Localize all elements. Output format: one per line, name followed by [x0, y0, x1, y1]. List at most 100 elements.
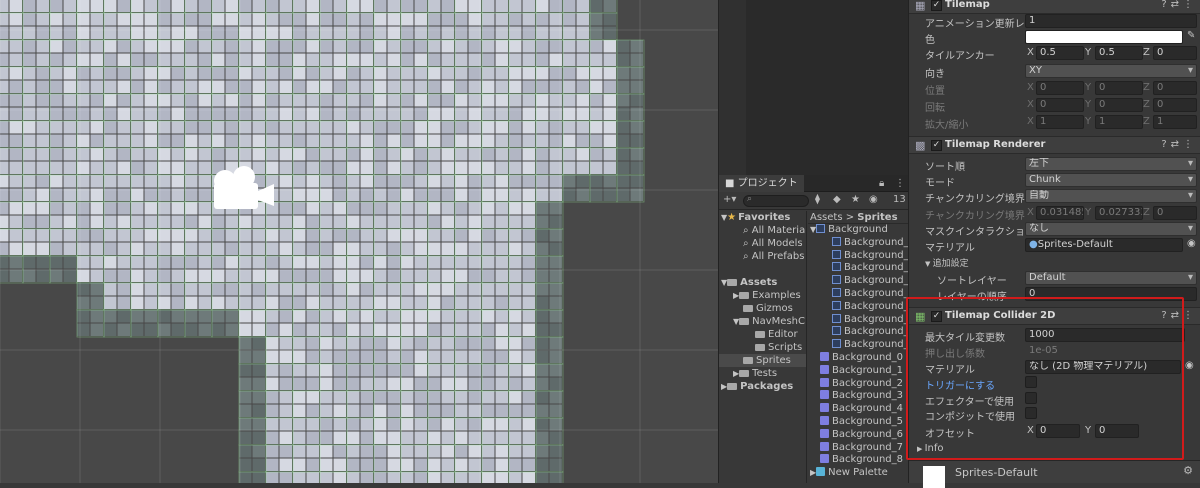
tile-cell — [131, 134, 144, 147]
chunk-culling-dropdown[interactable]: 自動 — [1025, 189, 1197, 203]
tree-favorites[interactable]: ▼★ Favorites — [719, 211, 806, 224]
tile-cell — [239, 350, 252, 363]
scale-z-field[interactable]: 1 — [1153, 115, 1197, 129]
eyedropper-icon[interactable]: ✎ — [1187, 30, 1195, 41]
component-menu-icons[interactable]: ?⇄⋮ — [1161, 139, 1197, 150]
gear-icon[interactable]: ⚙ — [1183, 464, 1193, 477]
tilemap-canvas[interactable] — [0, 0, 718, 483]
enable-checkbox[interactable]: ✓ — [931, 140, 942, 151]
file-item[interactable]: Background_0 — [808, 236, 909, 250]
tree-folder[interactable]: ▶ Tests — [719, 367, 806, 380]
file-item[interactable]: Background_3 — [808, 390, 909, 403]
mode-dropdown[interactable]: Chunk — [1025, 173, 1197, 187]
rotation-x-field[interactable]: 0 — [1036, 98, 1084, 112]
tree-folder[interactable]: ▼ NavMeshC — [719, 315, 806, 328]
sprite-icon — [832, 275, 841, 285]
tree-folder[interactable]: Scripts — [719, 341, 806, 354]
enable-checkbox[interactable]: ✓ — [931, 0, 942, 11]
anchor-x-field[interactable]: 0.5 — [1036, 46, 1084, 60]
file-item[interactable]: Background_8 — [808, 339, 909, 352]
file-item[interactable]: Background_4 — [808, 287, 909, 301]
file-item[interactable]: Background_2 — [808, 262, 909, 275]
tile-cell — [414, 242, 427, 255]
file-item[interactable]: Background_6 — [808, 313, 909, 327]
tree-assets[interactable]: ▼ Assets — [719, 276, 806, 289]
file-item[interactable]: Background_5 — [808, 415, 909, 429]
orientation-dropdown[interactable]: XY — [1025, 64, 1197, 78]
rotation-z-field[interactable]: 0 — [1153, 98, 1197, 112]
file-item[interactable]: Background_5 — [808, 300, 909, 314]
tile-cell — [320, 80, 333, 93]
search-input[interactable]: ⌕ — [743, 194, 809, 207]
file-item[interactable]: ▶ New Palette — [808, 467, 909, 480]
file-item[interactable]: Background_7 — [808, 441, 909, 455]
filter-label-icon[interactable]: ◆ — [833, 194, 841, 205]
tree-folder-selected[interactable]: Sprites — [719, 354, 806, 367]
tree-fav-item[interactable]: ⌕ All Models — [719, 237, 806, 250]
tilemap-renderer-header[interactable]: ▩ ✓ Tilemap Renderer ?⇄⋮ — [909, 136, 1200, 154]
file-item[interactable]: Background_1 — [808, 364, 909, 378]
tile-cell — [360, 445, 373, 458]
scale-x-field[interactable]: 1 — [1036, 115, 1084, 129]
scale-y-field[interactable]: 1 — [1095, 115, 1143, 129]
tile-cell — [90, 215, 103, 228]
culling-y-field[interactable]: 0.027333 — [1095, 206, 1143, 220]
tile-cell — [306, 215, 319, 228]
file-item[interactable]: Background_1 — [808, 249, 909, 263]
tab-project[interactable]: ■ プロジェクト — [719, 175, 804, 192]
anim-speed-field[interactable]: 1 — [1025, 14, 1197, 28]
file-item[interactable]: Background_8 — [808, 454, 909, 467]
hidden-packages-icon[interactable]: ◉ — [869, 194, 878, 205]
mask-interaction-dropdown[interactable]: なし — [1025, 222, 1197, 236]
file-item[interactable]: Background_2 — [808, 377, 909, 391]
file-item[interactable]: Background_6 — [808, 428, 909, 442]
tile-cell — [401, 458, 414, 471]
culling-z-field[interactable]: 0 — [1153, 206, 1197, 220]
tile-cell — [603, 107, 616, 120]
tree-folder[interactable]: Editor — [719, 328, 806, 341]
tile-cell — [252, 0, 265, 12]
position-y-field[interactable]: 0 — [1095, 81, 1143, 95]
tile-cell — [63, 229, 76, 242]
tile-cell — [252, 377, 265, 390]
filter-type-icon[interactable]: ⧫ — [815, 194, 820, 205]
file-item[interactable]: Background_3 — [808, 275, 909, 288]
object-picker-icon[interactable]: ◉ — [1185, 360, 1194, 371]
tree-fav-item[interactable]: ⌕ All Prefabs — [719, 250, 806, 263]
tilemap-component-header[interactable]: ▦ ✓ Tilemap ?⇄⋮ — [909, 0, 1200, 14]
tile-cell — [171, 242, 184, 255]
object-picker-icon[interactable]: ◉ — [1187, 238, 1196, 249]
file-item[interactable]: Background_7 — [808, 326, 909, 339]
tile-cell — [50, 121, 63, 134]
scene-view[interactable] — [0, 0, 718, 483]
tree-fav-item[interactable]: ⌕ All Materia — [719, 224, 806, 237]
culling-x-field[interactable]: 0.031485 — [1036, 206, 1084, 220]
color-field[interactable] — [1025, 30, 1183, 44]
lock-icon[interactable]: 🔒︎ — [879, 178, 884, 189]
tree-folder[interactable]: Gizmos — [719, 302, 806, 315]
anchor-z-field[interactable]: 0 — [1153, 46, 1197, 60]
position-z-field[interactable]: 0 — [1153, 81, 1197, 95]
camera-gizmo-icon[interactable] — [208, 164, 276, 214]
position-x-field[interactable]: 0 — [1036, 81, 1084, 95]
rotation-y-field[interactable]: 0 — [1095, 98, 1143, 112]
tile-cell — [522, 175, 535, 188]
kebab-menu-icon[interactable]: ⋮ — [895, 178, 905, 189]
file-item[interactable]: Background_4 — [808, 403, 909, 416]
tile-cell — [77, 215, 90, 228]
sorting-layer-dropdown[interactable]: Default — [1025, 271, 1197, 285]
file-item[interactable]: Background_0 — [808, 351, 909, 365]
component-menu-icons[interactable]: ?⇄⋮ — [1161, 0, 1197, 10]
tile-cell — [360, 242, 373, 255]
material-field[interactable]: ●Sprites-Default — [1025, 238, 1183, 252]
anchor-y-field[interactable]: 0.5 — [1095, 46, 1143, 60]
tree-packages[interactable]: ▶ Packages — [719, 380, 806, 393]
add-asset-icon[interactable]: +▾ — [723, 194, 736, 205]
row-additional-settings[interactable]: ▼ 追加設定 — [909, 254, 1200, 270]
tile-cell — [603, 94, 616, 107]
favorite-star-icon[interactable]: ★ — [851, 194, 860, 205]
sort-order-dropdown[interactable]: 左下 — [1025, 157, 1197, 171]
tile-cell — [441, 175, 454, 188]
tree-folder[interactable]: ▶ Examples — [719, 289, 806, 302]
file-item[interactable]: ▼ Background — [808, 224, 909, 237]
